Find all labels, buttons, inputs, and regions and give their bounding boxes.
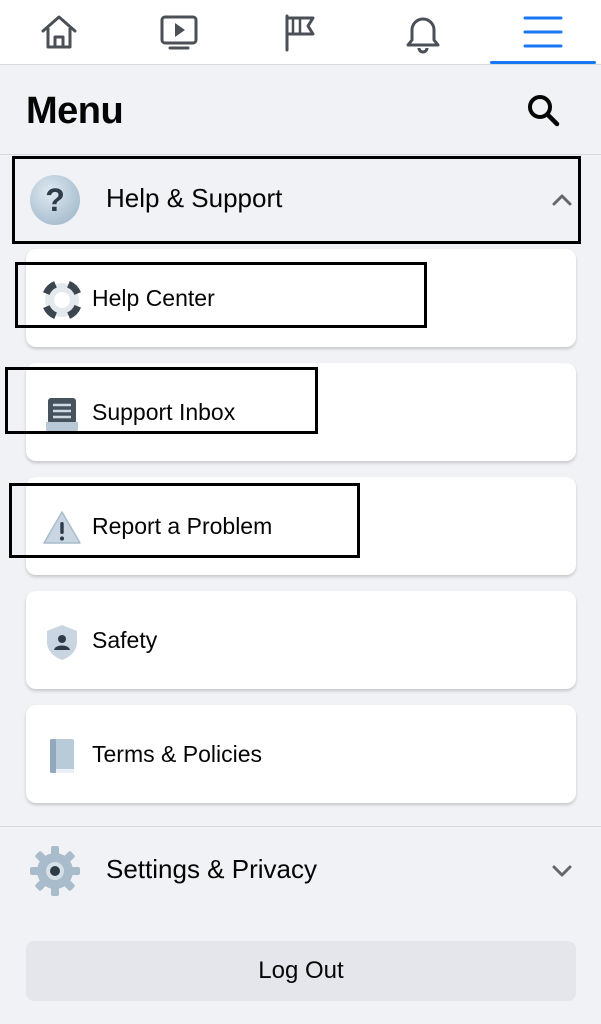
question-mark-icon: ? bbox=[30, 175, 80, 225]
logout-button[interactable]: Log Out bbox=[26, 941, 576, 1001]
nav-home[interactable] bbox=[4, 0, 114, 64]
help-support-label: Help & Support bbox=[106, 183, 283, 213]
help-support-section[interactable]: ? Help & Support bbox=[0, 155, 601, 245]
nav-menu[interactable] bbox=[488, 0, 598, 64]
terms-policies-item[interactable]: Terms & Policies bbox=[26, 705, 576, 803]
nav-notifications[interactable] bbox=[368, 0, 478, 64]
terms-policies-label: Terms & Policies bbox=[92, 741, 262, 767]
chevron-up-icon bbox=[552, 194, 572, 206]
help-center-item[interactable]: Help Center bbox=[26, 249, 576, 347]
settings-privacy-label: Settings & Privacy bbox=[106, 854, 317, 884]
nav-pages[interactable] bbox=[246, 0, 356, 64]
report-problem-item[interactable]: Report a Problem bbox=[26, 477, 576, 575]
video-icon bbox=[160, 15, 198, 50]
support-inbox-item[interactable]: Support Inbox bbox=[26, 363, 576, 461]
gear-icon bbox=[30, 846, 80, 896]
report-problem-label: Report a Problem bbox=[92, 513, 273, 539]
menu-header: Menu bbox=[0, 66, 601, 154]
flag-icon bbox=[285, 14, 315, 52]
search-button[interactable] bbox=[525, 92, 561, 128]
top-nav bbox=[0, 0, 601, 65]
inbox-icon bbox=[46, 398, 78, 432]
shield-icon bbox=[47, 625, 77, 660]
search-icon bbox=[528, 95, 560, 127]
chevron-down-icon bbox=[552, 865, 572, 877]
bell-icon bbox=[406, 17, 440, 54]
safety-item[interactable]: Safety bbox=[26, 591, 576, 689]
hamburger-menu-icon bbox=[523, 16, 563, 48]
warning-icon bbox=[43, 511, 81, 544]
lifebuoy-icon bbox=[42, 280, 82, 320]
home-icon bbox=[41, 15, 77, 49]
support-inbox-label: Support Inbox bbox=[92, 399, 236, 425]
safety-label: Safety bbox=[92, 627, 158, 653]
svg-text:?: ? bbox=[45, 182, 65, 218]
page-title: Menu bbox=[26, 90, 124, 132]
help-center-label: Help Center bbox=[92, 285, 215, 311]
nav-watch[interactable] bbox=[124, 0, 234, 64]
settings-privacy-section[interactable]: Settings & Privacy bbox=[0, 826, 601, 916]
book-icon bbox=[50, 739, 74, 773]
